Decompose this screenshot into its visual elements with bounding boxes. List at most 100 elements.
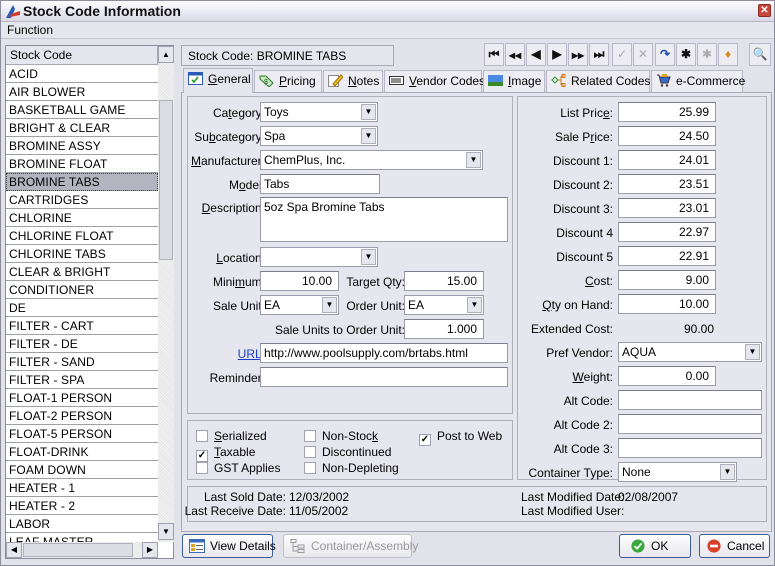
reminder-input[interactable] (260, 367, 508, 387)
filter-button[interactable]: ♦ (718, 43, 738, 66)
alt-code-input[interactable] (618, 390, 762, 410)
search-button[interactable]: 🔍 (749, 43, 771, 66)
minimum-input[interactable]: 10.00 (260, 271, 339, 291)
scroll-right-button[interactable]: ▶ (142, 542, 158, 558)
discount-5-input[interactable]: 22.91 (618, 246, 716, 266)
sale-price-input[interactable]: 24.50 (618, 126, 716, 146)
cancel-button[interactable]: Cancel (699, 534, 770, 558)
stock-code-list-item[interactable]: CARTRIDGES (6, 191, 158, 209)
chevron-down-icon[interactable]: ▼ (467, 297, 482, 313)
stock-code-list-item[interactable]: CONDITIONER (6, 281, 158, 299)
stock-code-list-item[interactable]: BROMINE ASSY (6, 137, 158, 155)
save-button[interactable]: ✓ (612, 43, 632, 66)
stock-code-list-item[interactable]: FLOAT-5 PERSON (6, 425, 158, 443)
chevron-down-icon[interactable]: ▼ (720, 464, 735, 480)
vertical-scrollbar[interactable]: ▲ ▼ (158, 46, 174, 542)
stock-code-list-item[interactable]: FILTER - CART (6, 317, 158, 335)
stock-code-list-item[interactable]: LEAF MASTER (6, 533, 158, 542)
tab-related-codes[interactable]: Related Codes (546, 70, 650, 92)
stock-code-list-item[interactable]: ACID (6, 65, 158, 83)
copy-record-button[interactable]: ✱ (697, 43, 717, 66)
serialized-checkbox[interactable]: Serialized (196, 429, 267, 443)
ok-button[interactable]: OK (619, 534, 691, 558)
new-record-button[interactable]: ✱ (676, 43, 696, 66)
non-depleting-checkbox[interactable]: Non-Depleting (304, 461, 399, 475)
stock-code-list-item[interactable]: FLOAT-2 PERSON (6, 407, 158, 425)
category-dropdown[interactable]: Toys ▼ (260, 102, 378, 122)
previous-record-button[interactable]: ◀ (526, 43, 546, 66)
discount-2-input[interactable]: 23.51 (618, 174, 716, 194)
taxable-checkbox[interactable]: ✓ Taxable (196, 445, 255, 462)
weight-input[interactable]: 0.00 (618, 366, 716, 386)
chevron-down-icon[interactable]: ▼ (361, 249, 376, 265)
last-record-button[interactable]: ⏭ (589, 43, 609, 66)
sale-to-order-input[interactable]: 1.000 (404, 319, 484, 339)
alt-code-2-input[interactable] (618, 414, 762, 434)
scroll-left-button[interactable]: ◀ (6, 542, 22, 558)
chevron-down-icon[interactable]: ▼ (466, 152, 481, 168)
description-textarea[interactable]: 5oz Spa Bromine Tabs (260, 197, 508, 242)
stock-code-list-item[interactable]: BRIGHT & CLEAR (6, 119, 158, 137)
first-record-button[interactable]: ⏮ (484, 43, 504, 66)
gst-applies-checkbox[interactable]: GST Applies (196, 461, 280, 475)
container-assembly-button[interactable]: Container/Assembly (283, 534, 418, 558)
cost-input[interactable]: 9.00 (618, 270, 716, 290)
menu-function[interactable]: Function (7, 23, 53, 37)
order-unit-dropdown[interactable]: EA ▼ (404, 295, 484, 315)
pref-vendor-dropdown[interactable]: AQUA ▼ (618, 342, 762, 362)
stock-code-list-item[interactable]: BROMINE FLOAT (6, 155, 158, 173)
chevron-down-icon[interactable]: ▼ (361, 128, 376, 144)
vertical-scroll-thumb[interactable] (159, 100, 173, 260)
scroll-down-button[interactable]: ▼ (158, 523, 174, 540)
stock-code-list-item[interactable]: FLOAT-DRINK (6, 443, 158, 461)
stock-code-list-item[interactable]: FOAM DOWN (6, 461, 158, 479)
discontinued-checkbox[interactable]: Discontinued (304, 445, 391, 459)
refresh-button[interactable]: ↷ (655, 43, 675, 66)
stock-code-list-item[interactable]: HEATER - 1 (6, 479, 158, 497)
cancel-edit-button[interactable]: ✕ (633, 43, 653, 66)
target-qty-input[interactable]: 15.00 (404, 271, 484, 291)
alt-code-3-input[interactable] (618, 438, 762, 458)
sale-unit-dropdown[interactable]: EA ▼ (260, 295, 339, 315)
non-stock-checkbox[interactable]: Non-Stock (304, 429, 378, 443)
stock-code-list-item[interactable]: FILTER - SAND (6, 353, 158, 371)
stock-code-column-header[interactable]: Stock Code (6, 46, 158, 65)
stock-code-list-item[interactable]: FILTER - DE (6, 335, 158, 353)
horizontal-scrollbar[interactable]: ◀ ▶ (6, 542, 158, 558)
qty-on-hand-input[interactable]: 10.00 (618, 294, 716, 314)
stock-code-list-item[interactable]: DE (6, 299, 158, 317)
stock-code-list-item[interactable]: BROMINE TABS (6, 173, 158, 191)
close-button[interactable]: ✕ (758, 4, 771, 17)
tab-image[interactable]: Image (483, 70, 545, 92)
model-input[interactable]: Tabs (260, 174, 380, 194)
discount-4-input[interactable]: 22.97 (618, 222, 716, 242)
stock-code-list-item[interactable]: CHLORINE (6, 209, 158, 227)
stock-code-list-item[interactable]: AIR BLOWER (6, 83, 158, 101)
list-price-input[interactable]: 25.99 (618, 102, 716, 122)
next-record-button[interactable]: ▶ (547, 43, 567, 66)
stock-code-list-item[interactable]: CLEAR & BRIGHT (6, 263, 158, 281)
stock-code-list-item[interactable]: HEATER - 2 (6, 497, 158, 515)
tab-notes[interactable]: Notes (323, 70, 383, 92)
tab-vendor-codes[interactable]: Vendor Codes (384, 70, 485, 92)
discount-3-input[interactable]: 23.01 (618, 198, 716, 218)
stock-code-list-item[interactable]: FLOAT-1 PERSON (6, 389, 158, 407)
chevron-down-icon[interactable]: ▼ (361, 104, 376, 120)
container-type-dropdown[interactable]: None ▼ (618, 462, 737, 482)
stock-code-list-item[interactable]: FILTER - SPA (6, 371, 158, 389)
horizontal-scroll-thumb[interactable] (23, 543, 133, 557)
page-back-button[interactable]: ◀◀ (505, 43, 525, 66)
tab-pricing[interactable]: $ Pricing (254, 70, 322, 92)
stock-code-list-item[interactable]: BASKETBALL GAME (6, 101, 158, 119)
url-input[interactable]: http://www.poolsupply.com/brtabs.html (260, 343, 508, 363)
post-to-web-checkbox[interactable]: ✓ Post to Web (419, 429, 502, 446)
stock-code-list-item[interactable]: CHLORINE FLOAT (6, 227, 158, 245)
chevron-down-icon[interactable]: ▼ (745, 344, 760, 360)
chevron-down-icon[interactable]: ▼ (322, 297, 337, 313)
view-details-button[interactable]: View Details (182, 534, 276, 558)
stock-code-list-item[interactable]: CHLORINE TABS (6, 245, 158, 263)
discount-1-input[interactable]: 24.01 (618, 150, 716, 170)
location-dropdown[interactable]: ▼ (260, 247, 378, 267)
page-forward-button[interactable]: ▶▶ (568, 43, 588, 66)
stock-code-list-item[interactable]: LABOR (6, 515, 158, 533)
